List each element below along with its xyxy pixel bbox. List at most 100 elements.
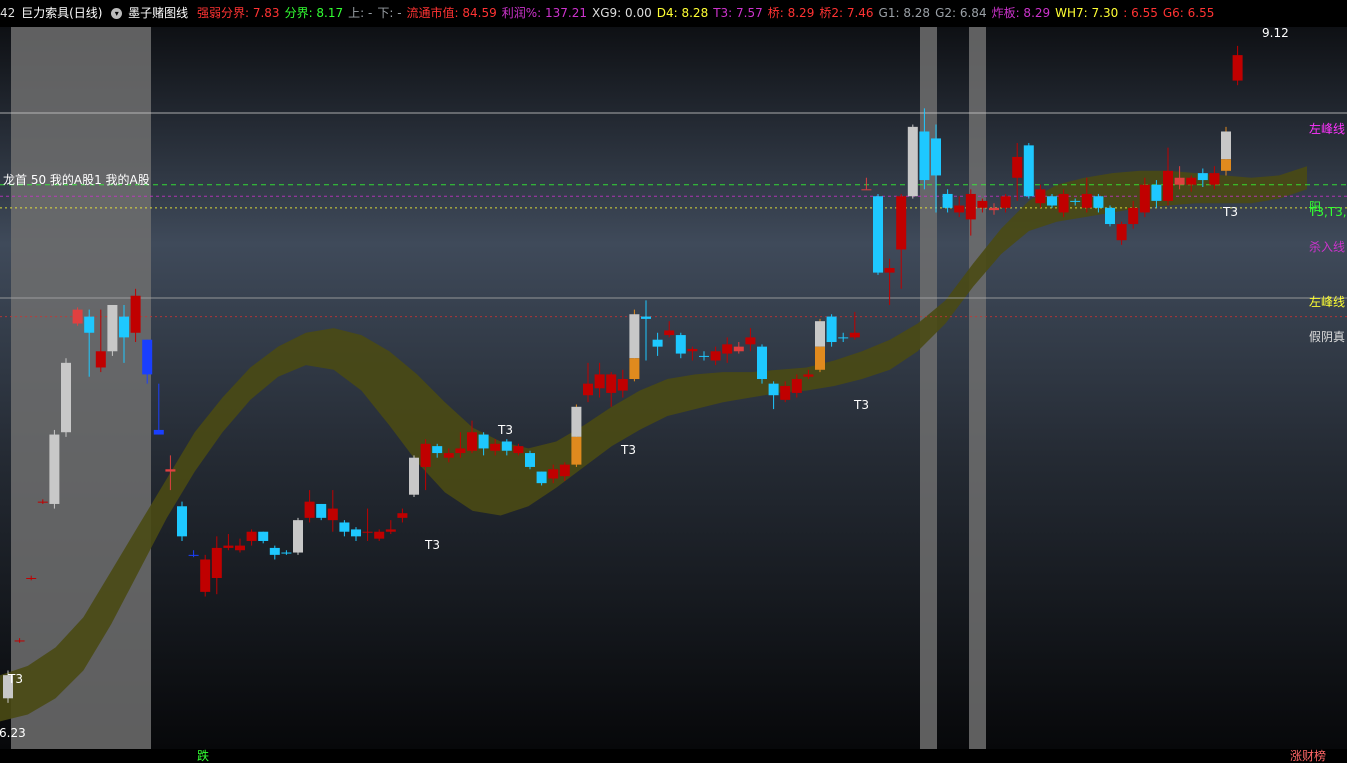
indicator-field: 桥2: 7.46: [819, 6, 874, 20]
indicator-field: G1: 8.28: [878, 6, 931, 20]
candle-body: [177, 506, 187, 537]
candle-body: [200, 559, 211, 592]
candle-body: [235, 545, 245, 551]
candle-body: [884, 267, 895, 273]
price-low-label: 6.23: [0, 726, 26, 740]
candle-body: [1093, 196, 1104, 208]
indicator-field: 下: -: [377, 6, 402, 20]
candle-body: [1070, 200, 1081, 202]
candle-body: [525, 453, 535, 467]
indicator-field: 上: -: [348, 6, 373, 20]
candle-body: [72, 309, 83, 324]
candle-body: [745, 337, 756, 345]
candle-body: [629, 314, 640, 359]
candle-body: [478, 434, 489, 449]
candle-body: [1209, 173, 1220, 185]
highlight-column: [969, 27, 986, 749]
footer-bar: 跌 涨财榜: [0, 749, 1347, 763]
candle-body: [397, 513, 408, 518]
t3-marker: T3: [498, 423, 513, 437]
candle-body: [861, 189, 872, 191]
candle-body: [1232, 55, 1243, 81]
candle-body: [699, 355, 709, 357]
candle-body: [954, 205, 965, 213]
candle-body: [61, 362, 71, 433]
candle-body: [815, 321, 825, 347]
stock-name[interactable]: 巨力索具(日线): [21, 6, 102, 20]
candle-body: [803, 374, 814, 377]
candle-body: [1058, 193, 1069, 213]
indicator-field: 桥: 8.29: [767, 6, 815, 20]
t3-marker: T3: [621, 443, 636, 457]
indicator-field: T3: 7.57: [713, 6, 763, 20]
candle-body: [907, 126, 918, 197]
candle-body: [849, 332, 860, 338]
candle-body: [142, 339, 153, 375]
candle-body: [838, 337, 849, 339]
candle-body: [617, 379, 628, 391]
candle-body: [722, 344, 733, 354]
candle-body: [153, 429, 164, 435]
candle-body: [1174, 177, 1185, 185]
candle-body: [443, 453, 454, 458]
t3-marker: T3: [425, 538, 440, 552]
candle-body: [432, 446, 443, 454]
indicator-field: 分界: 8.17: [284, 6, 344, 20]
candle-body: [1047, 196, 1057, 206]
rich-list-label[interactable]: 涨财榜: [1290, 749, 1326, 763]
candle-body: [501, 441, 512, 451]
indicator-name[interactable]: 墨子赌图线: [128, 6, 188, 20]
t3-marker: T3: [8, 672, 23, 686]
candle-body: [1221, 131, 1231, 160]
candle-body: [246, 531, 257, 541]
candle-body: [919, 131, 930, 181]
candle-body: [1186, 177, 1197, 185]
t3-marker: T3: [854, 398, 869, 412]
fall-label[interactable]: 跌: [197, 749, 209, 763]
t3-combo-label: T3,T3,: [1309, 205, 1347, 219]
indicator-field: G6: 6.55: [1162, 6, 1215, 20]
candle-body: [269, 547, 280, 555]
price-high-label: 9.12: [1262, 27, 1289, 40]
fake-yin-label: 假阴真: [1309, 330, 1346, 344]
candle-body: [1151, 184, 1162, 201]
candle-body: [629, 358, 640, 380]
candle-body: [119, 316, 129, 338]
candle-body: [559, 464, 570, 477]
candle-body: [374, 531, 385, 539]
candle-body: [571, 436, 582, 465]
candle-body: [826, 316, 837, 343]
candle-body: [1128, 207, 1139, 225]
candle-body: [327, 508, 338, 521]
indicator-field: XG9: 0.00: [592, 6, 652, 20]
indicator-field: 炸板: 8.29: [991, 6, 1051, 20]
candle-body: [258, 531, 269, 541]
candle-body: [26, 577, 37, 579]
candle-body: [188, 554, 199, 556]
candle-body: [536, 471, 547, 484]
candle-body: [733, 346, 744, 352]
indicator-field: D4: 8.28: [656, 6, 709, 20]
candle-body: [675, 335, 686, 354]
candle-body: [316, 503, 327, 518]
indicator-field: WH7: 7.30: [1055, 6, 1119, 20]
candle-body: [304, 501, 315, 518]
kline-chart-area[interactable]: 龙首 50 我的A股1 我的A股 9.12 6.23 左峰线 阳 T3,T3, …: [0, 27, 1347, 749]
candle-body: [107, 304, 118, 352]
candle-body: [165, 469, 176, 472]
candle-body: [1023, 145, 1034, 197]
candle-body: [942, 193, 953, 208]
indicator-field: 流通市值: 84.59: [406, 6, 497, 20]
candle-body: [780, 385, 791, 400]
stock-code: 42: [0, 6, 16, 20]
candle-body: [351, 529, 361, 537]
candle-body: [130, 295, 141, 333]
candle-body: [1116, 224, 1127, 241]
candlestick-chart[interactable]: [0, 27, 1347, 749]
candle-body: [49, 434, 60, 504]
candle-body: [1163, 170, 1173, 201]
candle-body: [385, 529, 396, 532]
indicator-dropdown-icon[interactable]: ▾: [111, 8, 123, 19]
candle-body: [513, 446, 524, 454]
candle-body: [931, 138, 941, 176]
